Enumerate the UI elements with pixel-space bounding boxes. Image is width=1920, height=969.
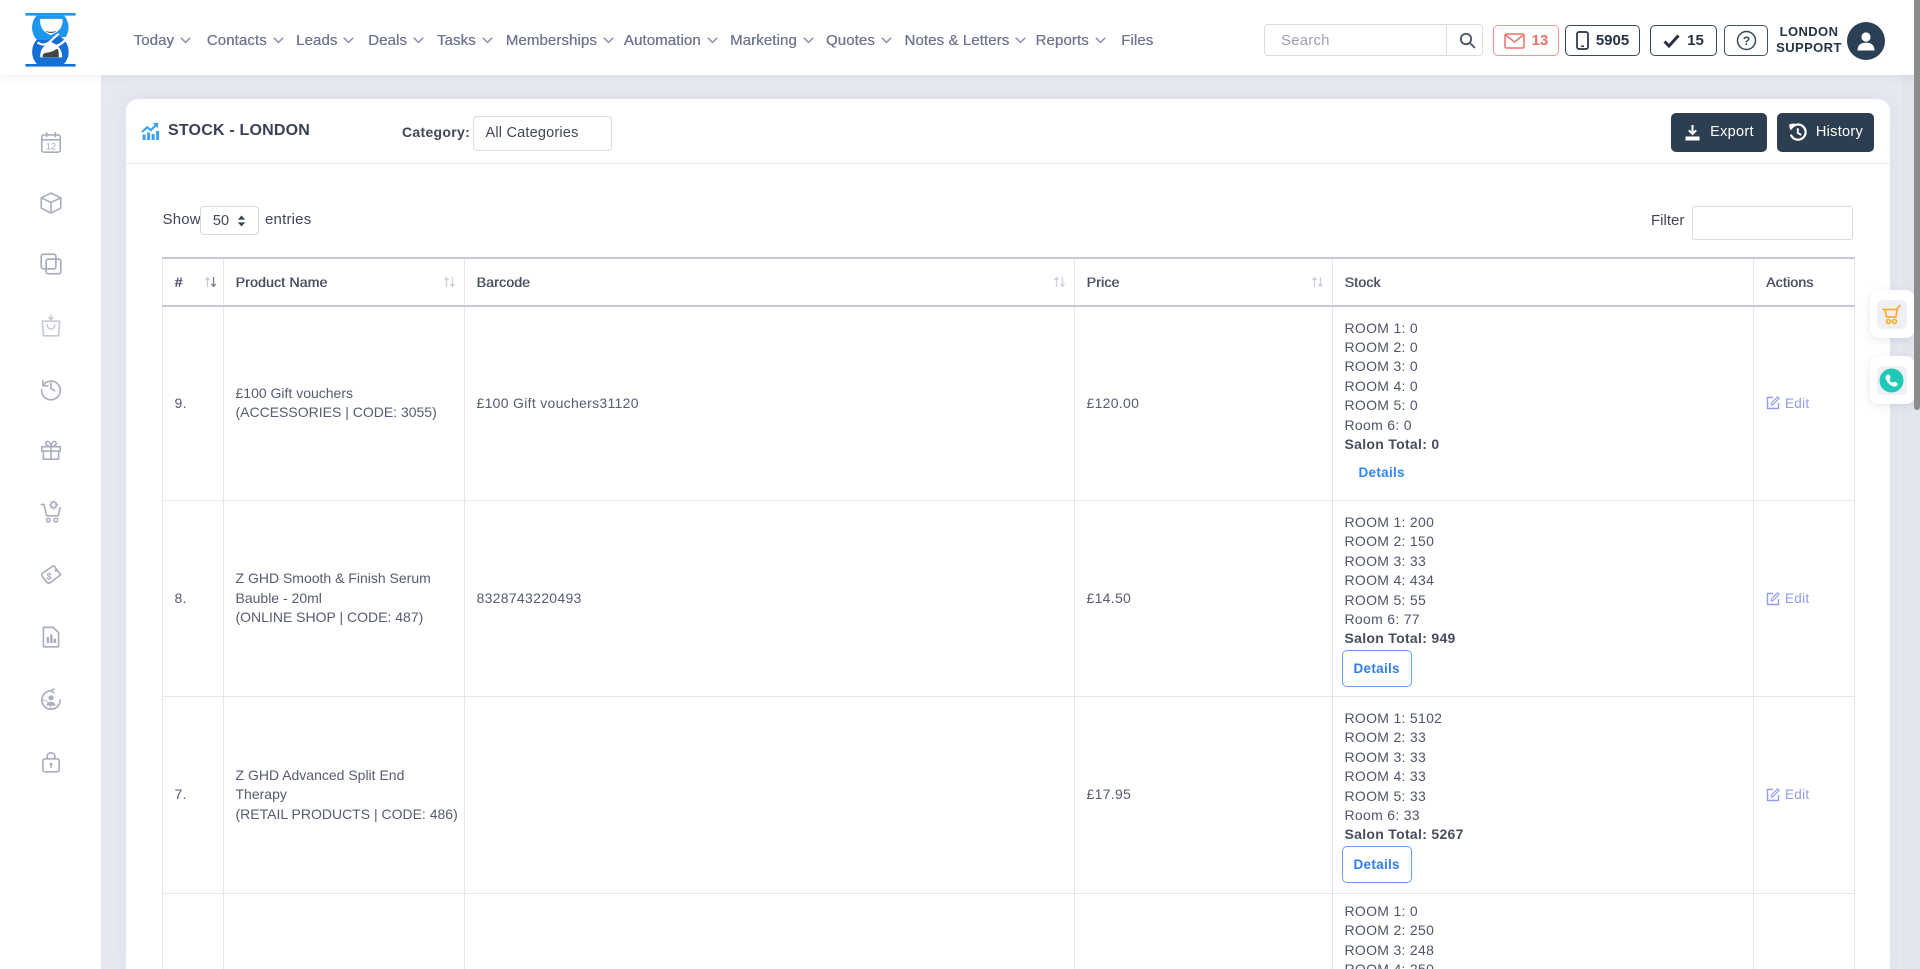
svg-text:12: 12: [46, 142, 56, 152]
svg-text:?: ?: [1742, 34, 1749, 48]
